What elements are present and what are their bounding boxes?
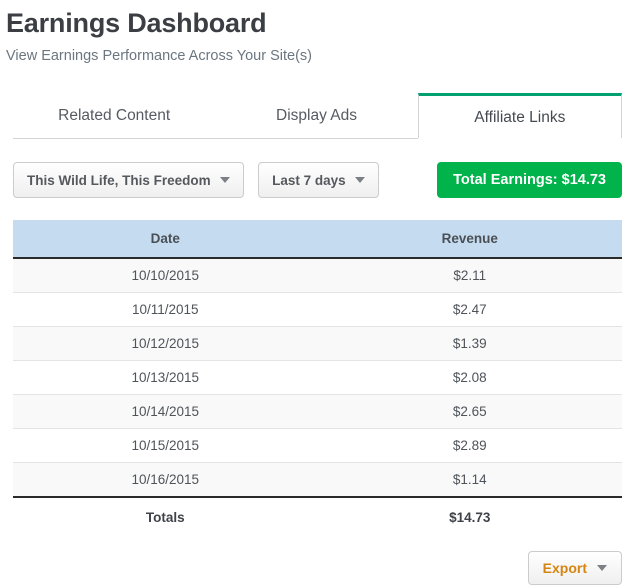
export-button-label: Export [542,560,587,576]
caret-down-icon [354,177,365,183]
page-subtitle: View Earnings Performance Across Your Si… [6,48,312,64]
table-row: 10/16/2015 $1.14 [13,462,622,498]
cell-totals-label: Totals [13,496,318,537]
export-button[interactable]: Export [527,551,622,585]
date-range-label: Last 7 days [272,172,346,188]
tab-affiliate-links[interactable]: Affiliate Links [417,93,623,140]
tab-bar: Related Content Display Ads Affiliate Li… [0,93,635,140]
site-selector-label: This Wild Life, This Freedom [27,172,211,188]
cell-revenue: $1.39 [317,326,622,361]
page-header: Earnings Dashboard View Earnings Perform… [0,0,635,65]
tab-label: Affiliate Links [474,108,566,126]
tab-related-content[interactable]: Related Content [13,93,215,139]
cell-revenue: $2.89 [317,428,622,463]
controls-row: This Wild Life, This Freedom Last 7 days… [13,162,622,198]
earnings-table: Date Revenue 10/10/2015 $2.11 10/11/2015… [13,220,622,537]
table-row: 10/15/2015 $2.89 [13,428,622,463]
cell-totals-value: $14.73 [317,496,622,537]
page-title: Earnings Dashboard [6,8,267,38]
table-header-row: Date Revenue [13,220,622,259]
tab-display-ads[interactable]: Display Ads [215,93,417,139]
table-row: 10/14/2015 $2.65 [13,394,622,429]
cell-date: 10/14/2015 [13,394,318,429]
table-row: 10/13/2015 $2.08 [13,360,622,395]
earnings-table-container: Date Revenue 10/10/2015 $2.11 10/11/2015… [13,220,622,537]
table-row: 10/10/2015 $2.11 [13,258,622,293]
column-header-date: Date [13,220,318,259]
cell-revenue: $2.47 [317,292,622,327]
cell-date: 10/10/2015 [13,258,318,293]
cell-date: 10/13/2015 [13,360,318,395]
footer-actions: Export [13,551,622,585]
cell-date: 10/15/2015 [13,428,318,463]
cell-date: 10/11/2015 [13,292,318,327]
caret-down-icon [219,177,230,183]
table-row: 10/12/2015 $1.39 [13,326,622,361]
caret-down-icon [597,565,607,571]
site-selector-dropdown[interactable]: This Wild Life, This Freedom [13,162,244,198]
cell-revenue: $1.14 [317,462,622,498]
tab-label: Display Ads [276,107,357,124]
date-range-dropdown[interactable]: Last 7 days [258,162,379,198]
cell-revenue: $2.08 [317,360,622,395]
cell-date: 10/12/2015 [13,326,318,361]
cell-revenue: $2.11 [317,258,622,293]
cell-date: 10/16/2015 [13,462,318,498]
cell-revenue: $2.65 [317,394,622,429]
column-header-revenue: Revenue [317,220,622,259]
table-totals-row: Totals $14.73 [13,496,622,537]
table-row: 10/11/2015 $2.47 [13,292,622,327]
tab-label: Related Content [58,107,171,124]
total-earnings-badge: Total Earnings: $14.73 [437,162,622,198]
